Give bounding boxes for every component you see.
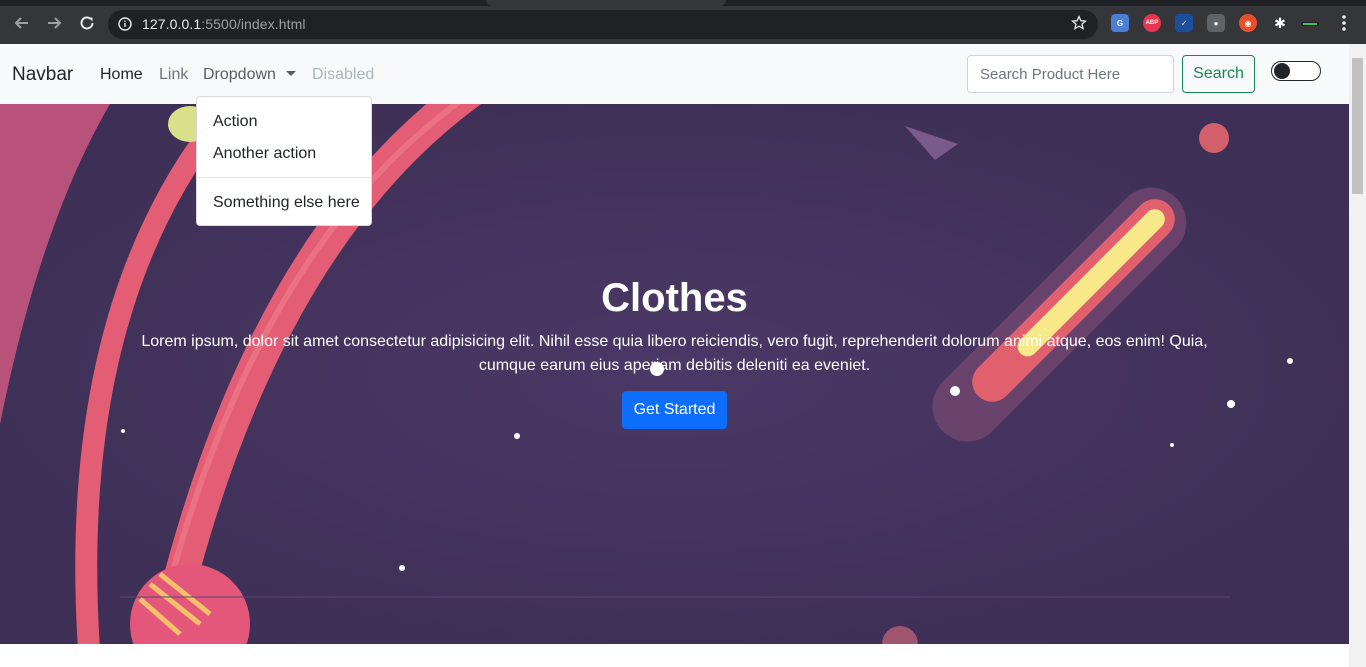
tab-strip xyxy=(0,0,1366,6)
hero-title: Clothes xyxy=(601,276,748,320)
get-started-button[interactable]: Get Started xyxy=(622,391,727,429)
search-button[interactable]: Search xyxy=(1182,55,1255,93)
url-text[interactable]: 127.0.0.1:5500/index.html xyxy=(142,16,306,32)
search-input[interactable] xyxy=(967,55,1174,93)
browser-toolbar: 127.0.0.1:5500/index.html G ABP ✓ ● ◉ ✱ xyxy=(0,0,1366,44)
page-viewport: Navbar Home Link Dropdown Disabled Searc… xyxy=(0,44,1366,667)
puzzle-extension-icon[interactable]: ✱ xyxy=(1271,14,1289,32)
url-path: :5500/index.html xyxy=(201,16,306,32)
check-extension-icon[interactable]: ✓ xyxy=(1175,14,1193,32)
caret-down-icon xyxy=(286,71,297,76)
dropdown-label: Dropdown xyxy=(203,66,276,83)
dropdown-item-something-else[interactable]: Something else here xyxy=(213,194,360,212)
dropdown-item-action[interactable]: Action xyxy=(213,113,257,131)
site-info-icon[interactable] xyxy=(118,17,132,36)
kebab-menu-icon[interactable] xyxy=(1334,13,1354,33)
dropdown-divider xyxy=(197,177,371,178)
adblock-extension-icon[interactable]: ABP xyxy=(1143,14,1161,32)
nav-link-disabled: Disabled xyxy=(312,66,375,83)
nav-link-link[interactable]: Link xyxy=(159,66,188,84)
reload-icon[interactable] xyxy=(77,13,97,33)
url-host: 127.0.0.1 xyxy=(142,16,202,32)
spy-extension-icon[interactable]: ● xyxy=(1207,14,1225,32)
back-icon[interactable] xyxy=(12,13,32,33)
theme-toggle-switch[interactable] xyxy=(1271,61,1321,81)
dropdown-item-another-action[interactable]: Another action xyxy=(213,145,316,163)
vpn-extension-icon[interactable]: ◉ xyxy=(1239,14,1257,32)
translate-extension-icon[interactable]: G xyxy=(1111,14,1129,32)
forward-icon[interactable] xyxy=(44,13,64,33)
toggle-knob xyxy=(1274,63,1290,79)
nav-link-dropdown[interactable]: Dropdown xyxy=(203,66,297,84)
dropdown-menu: Action Another action Something else her… xyxy=(196,96,372,226)
profile-icon[interactable] xyxy=(1300,14,1320,34)
hero-description: Lorem ipsum, dolor sit amet consectetur … xyxy=(141,333,1208,374)
bookmark-star-icon[interactable] xyxy=(1070,14,1088,36)
nav-link-home[interactable]: Home xyxy=(100,66,143,84)
navbar: Navbar Home Link Dropdown Disabled Searc… xyxy=(0,44,1349,104)
active-tab[interactable] xyxy=(486,0,726,6)
navbar-brand[interactable]: Navbar xyxy=(12,64,73,86)
scrollbar-thumb[interactable] xyxy=(1352,58,1363,194)
